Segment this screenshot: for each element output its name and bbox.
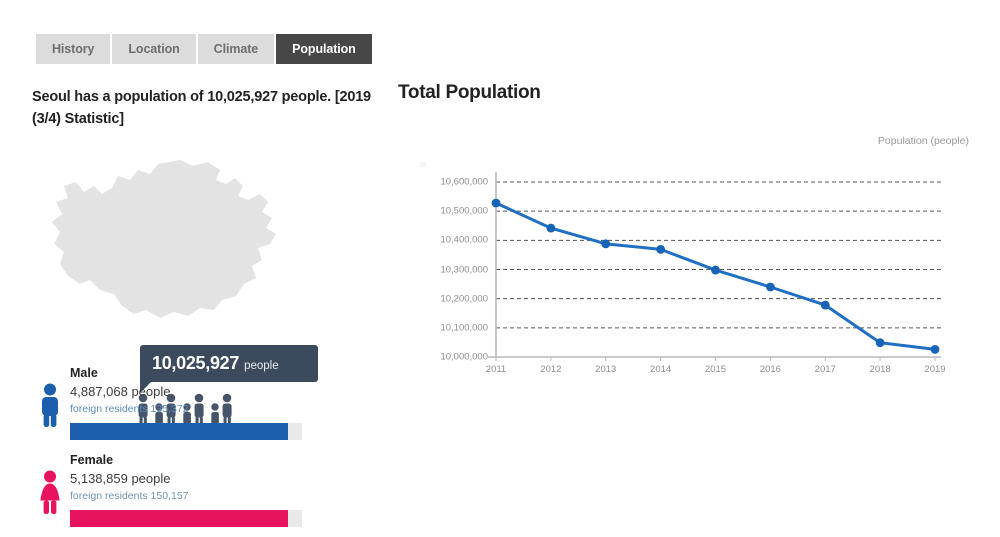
data-point-marker (930, 345, 940, 354)
chart-title: Total Population (398, 82, 541, 103)
population-callout-unit: people (244, 359, 279, 372)
page-headline: Seoul has a population of 10,025,927 peo… (32, 89, 371, 128)
x-tick-label: 2014 (650, 364, 672, 375)
tab-population[interactable]: Population (276, 34, 372, 64)
data-point-marker (601, 239, 611, 249)
chart-axis-note: Population (people) (877, 135, 969, 147)
data-point-marker (546, 223, 556, 233)
male-population-bar (70, 423, 302, 440)
tab-climate[interactable]: Climate (197, 34, 275, 64)
x-tick-label: 2013 (595, 364, 617, 375)
x-tick-label: 2015 (704, 364, 727, 375)
female-bar-remainder (288, 510, 302, 527)
y-tick-label: 10,200,000 (440, 293, 488, 305)
female-bar-fill (70, 510, 289, 527)
tab-bar: History Location Climate Population (36, 34, 372, 64)
male-person-icon (42, 383, 58, 427)
female-population-bar (70, 510, 302, 527)
data-point-marker (656, 244, 666, 254)
x-tick-label: 2018 (869, 364, 891, 375)
male-population-count: 4,887,068 people (70, 384, 171, 399)
faint-artifact (420, 162, 426, 167)
x-tick-label: 2016 (759, 364, 781, 375)
tab-location[interactable]: Location (112, 34, 196, 64)
female-person-icon (40, 470, 60, 514)
x-tick-label: 2017 (814, 364, 836, 375)
data-point-marker (711, 265, 720, 275)
y-tick-label: 10,300,000 (440, 264, 488, 275)
female-foreign-residents: foreign residents 150,157 (70, 490, 189, 502)
female-population-count: 5,138,859 people (70, 471, 171, 486)
data-point-marker (875, 338, 885, 348)
male-foreign-residents: foreign residents 135,372 (70, 403, 189, 415)
y-tick-label: 10,600,000 (440, 176, 488, 188)
data-point-marker (820, 300, 830, 310)
population-infographic: 10,025,927 people (30, 152, 330, 437)
male-bar-remainder (288, 423, 302, 440)
y-tick-label: 10,000,000 (440, 351, 488, 363)
seoul-map-silhouette-icon (52, 160, 276, 318)
female-label: Female (70, 453, 114, 467)
x-tick-label: 2011 (485, 364, 507, 375)
y-tick-label: 10,100,000 (440, 322, 488, 334)
data-point-marker (765, 282, 775, 292)
population-chart-panel: Total Population Population (people) 10,… (398, 82, 983, 402)
male-bar-fill (70, 423, 289, 440)
y-tick-label: 10,500,000 (440, 205, 488, 217)
y-tick-label: 10,400,000 (440, 234, 488, 246)
x-tick-label: 2019 (924, 364, 946, 375)
x-tick-label: 2012 (540, 364, 562, 375)
tab-history[interactable]: History (36, 34, 111, 64)
data-point-marker (491, 198, 501, 208)
male-label: Male (70, 366, 98, 380)
female-text-group: Female 5,138,859 people foreign resident… (70, 453, 189, 504)
chart-plot-area: 10,600,000 10,500,000 10,400,000 10,300,000… (398, 170, 983, 385)
male-text-group: Male 4,887,068 people foreign residents … (70, 366, 189, 417)
